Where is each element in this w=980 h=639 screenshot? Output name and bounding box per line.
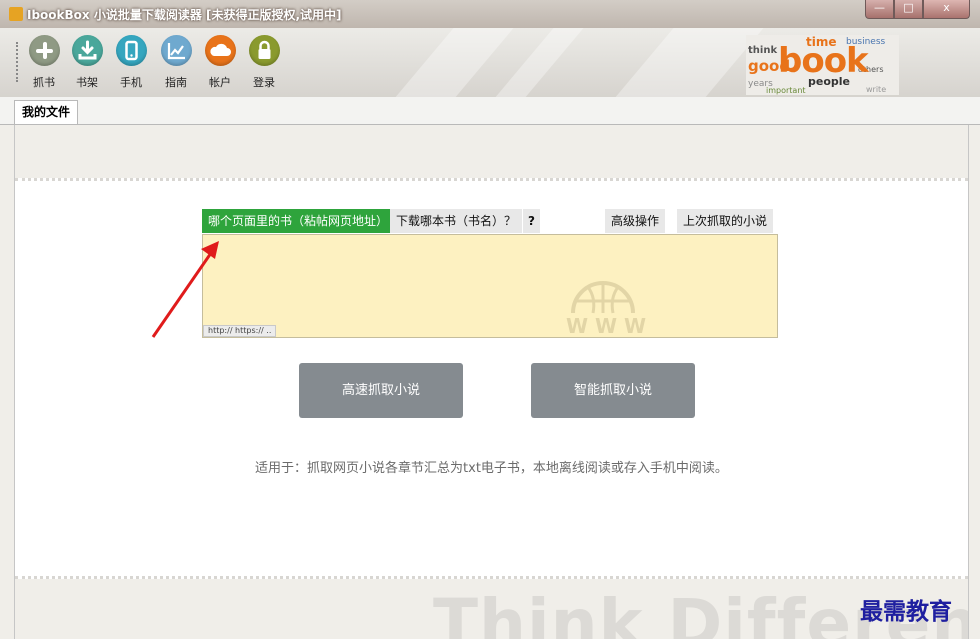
advanced-button[interactable]: 高级操作 <box>605 209 666 233</box>
red-arrow-annotation <box>151 241 219 338</box>
toolbar-button-phone[interactable]: 手机 <box>111 32 151 92</box>
toolbar-decoration <box>606 28 764 97</box>
main-panel: Think Different 哪个页面里的书（粘帖网页地址） 下载哪本书（书名… <box>14 125 969 639</box>
logo-word: important <box>766 86 806 95</box>
toolbar-button-account[interactable]: 帐户 <box>200 32 240 92</box>
toolbar-button-guide[interactable]: 指南 <box>156 32 196 92</box>
toolbar-grip[interactable] <box>16 42 20 82</box>
toolbar-decoration <box>386 28 514 97</box>
plus-icon <box>28 35 60 66</box>
smart-grab-button[interactable]: 智能抓取小说 <box>531 363 695 418</box>
toolbar-label: 抓书 <box>33 76 55 89</box>
tab-my-files[interactable]: 我的文件 <box>14 100 79 124</box>
app-window: IbookBox 小说批量下载阅读器 [未获得正版授权,试用中] — □ x 抓… <box>0 0 980 639</box>
toolbar: 抓书 书架 手机 指南 帐户 登录 think time good people… <box>0 28 980 97</box>
url-hint: http:// https:// .. <box>203 325 277 337</box>
close-button[interactable]: x <box>923 0 970 19</box>
logo-word: think <box>748 45 778 56</box>
app-box-icon <box>9 7 23 21</box>
logo-book-word: book <box>778 41 869 81</box>
lock-icon <box>248 35 280 66</box>
cloud-icon <box>204 35 236 66</box>
tab-page-url[interactable]: 哪个页面里的书（粘帖网页地址） <box>202 209 395 233</box>
toolbar-label: 帐户 <box>209 76 231 89</box>
url-input[interactable]: W W W http:// https:// .. <box>202 234 778 338</box>
minimize-button[interactable]: — <box>865 0 894 19</box>
chart-icon <box>160 35 192 66</box>
tab-book-name[interactable]: 下载哪本书（书名）？ <box>390 209 523 233</box>
last-fetched-button[interactable]: 上次抓取的小说 <box>677 209 774 233</box>
fast-grab-button[interactable]: 高速抓取小说 <box>299 363 463 418</box>
top-band <box>15 125 968 178</box>
bottom-band: Think Different <box>15 579 968 639</box>
applies-text: 适用于：抓取网页小说各章节汇总为txt电子书，本地离线阅读或存入手机中阅读。 <box>255 461 728 476</box>
book-word-cloud-logo: think time good people business years im… <box>746 35 899 95</box>
title-bar[interactable]: IbookBox 小说批量下载阅读器 [未获得正版授权,试用中] — □ x <box>0 0 980 28</box>
globe-icon: W W W <box>566 281 646 335</box>
toolbar-button-bookshelf[interactable]: 书架 <box>67 32 107 92</box>
toolbar-button-login[interactable]: 登录 <box>244 32 284 92</box>
divider <box>15 178 968 181</box>
window-title: IbookBox 小说批量下载阅读器 [未获得正版授权,试用中] <box>27 8 342 22</box>
download-icon <box>71 35 103 66</box>
toolbar-label: 指南 <box>165 76 187 89</box>
toolbar-label: 书架 <box>76 76 98 89</box>
watermark-text: 最需教育 <box>860 598 952 625</box>
globe-www-text: W W W <box>566 314 646 335</box>
maximize-button[interactable]: □ <box>894 0 923 19</box>
tab-bar: 我的文件 <box>0 97 980 125</box>
divider <box>15 576 968 579</box>
window-controls: — □ x <box>865 0 970 19</box>
toolbar-button-grab[interactable]: 抓书 <box>24 32 64 92</box>
toolbar-label: 手机 <box>120 76 142 89</box>
logo-word: write <box>866 85 887 94</box>
toolbar-label: 登录 <box>253 76 275 89</box>
phone-icon <box>115 35 147 66</box>
help-button[interactable]: ? <box>523 209 540 233</box>
